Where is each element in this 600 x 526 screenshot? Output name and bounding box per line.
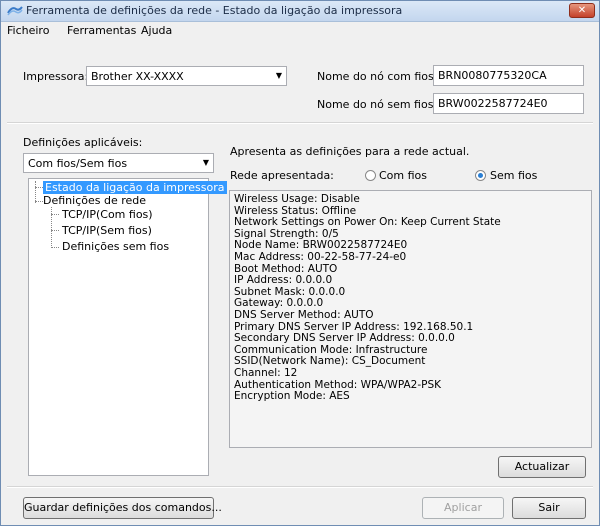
printer-label: Impressora: [23, 70, 89, 83]
refresh-button[interactable]: Actualizar [498, 456, 586, 478]
menu-bar: Ficheiro Ferramentas Ajuda [1, 22, 599, 40]
status-info-box[interactable]: Wireless Usage: Disable Wireless Status:… [229, 190, 592, 448]
app-window: Ferramenta de definições da rede - Estad… [0, 0, 600, 526]
window-title: Ferramenta de definições da rede - Estad… [26, 4, 403, 17]
info-line: Mac Address: 00-22-58-77-24-e0 [234, 250, 407, 263]
network-shown-label: Rede apresentada: [230, 169, 334, 182]
tree-item-tcpip-wired[interactable]: TCP/IP(Com fios) [62, 208, 153, 221]
divider [7, 486, 593, 488]
tree-connector [51, 247, 59, 248]
divider [7, 122, 593, 124]
info-line: Encryption Mode: AES [234, 390, 350, 403]
radio-wireless-label[interactable]: Sem fios [490, 169, 537, 182]
tree-connector [35, 187, 43, 188]
wireless-node-label: Nome do nó sem fios: [317, 98, 438, 111]
radio-wired[interactable] [365, 170, 376, 181]
close-button[interactable]: ✕ [569, 3, 595, 18]
menu-tools[interactable]: Ferramentas [67, 24, 136, 37]
wired-node-field[interactable]: BRN0080775320CA [433, 65, 584, 86]
apply-button[interactable]: Aplicar [422, 497, 504, 519]
title-bar[interactable]: Ferramenta de definições da rede - Estad… [1, 1, 599, 22]
tree-connector [35, 201, 43, 202]
tree-item-tcpip-wireless[interactable]: TCP/IP(Sem fios) [62, 224, 152, 237]
info-line: DNS Server Method: AUTO [234, 308, 374, 321]
menu-file[interactable]: Ficheiro [7, 24, 49, 37]
tree-connector [35, 181, 36, 203]
settings-tree: Estado da ligação da impressora Definiçõ… [28, 178, 227, 476]
tree-item-connection-status[interactable]: Estado da ligação da impressora [43, 181, 227, 194]
info-line: Wireless Usage: Disable [234, 193, 360, 205]
printer-network-icon [7, 6, 23, 16]
chevron-down-icon: ▼ [275, 71, 282, 80]
chevron-down-icon: ▼ [202, 158, 209, 167]
settings-label: Definições aplicáveis: [23, 136, 143, 149]
radio-wired-label[interactable]: Com fios [379, 169, 427, 182]
description-text: Apresenta as definições para a rede actu… [230, 145, 470, 158]
info-line: Channel: 12 [234, 366, 298, 379]
connection-mode-select[interactable]: Com fios/Sem fios ▼ [23, 153, 214, 173]
tree-item-network-settings[interactable]: Definições de rede [43, 194, 146, 207]
tree-item-wireless-settings[interactable]: Definições sem fios [62, 240, 169, 253]
save-command-settings-button[interactable]: Guardar definições dos comandos... [23, 497, 222, 519]
tree-item-label: Estado da ligação da impressora [43, 181, 227, 194]
info-line: Secondary DNS Server IP Address: 0.0.0.0 [234, 332, 455, 345]
wired-node-label: Nome do nó com fios: [317, 70, 438, 83]
wireless-node-field[interactable]: BRW0022587724E0 [433, 93, 584, 114]
printer-select[interactable]: Brother XX-XXXX ▼ [86, 66, 287, 86]
tree-connector [51, 230, 59, 231]
radio-wireless[interactable] [475, 170, 486, 181]
info-line: IP Address: 0.0.0.0 [234, 274, 333, 287]
tree-connector [51, 214, 59, 215]
printer-value: Brother XX-XXXX [91, 70, 184, 83]
menu-help[interactable]: Ajuda [141, 24, 172, 37]
connection-mode-value: Com fios/Sem fios [28, 157, 128, 170]
exit-button[interactable]: Sair [512, 497, 586, 519]
